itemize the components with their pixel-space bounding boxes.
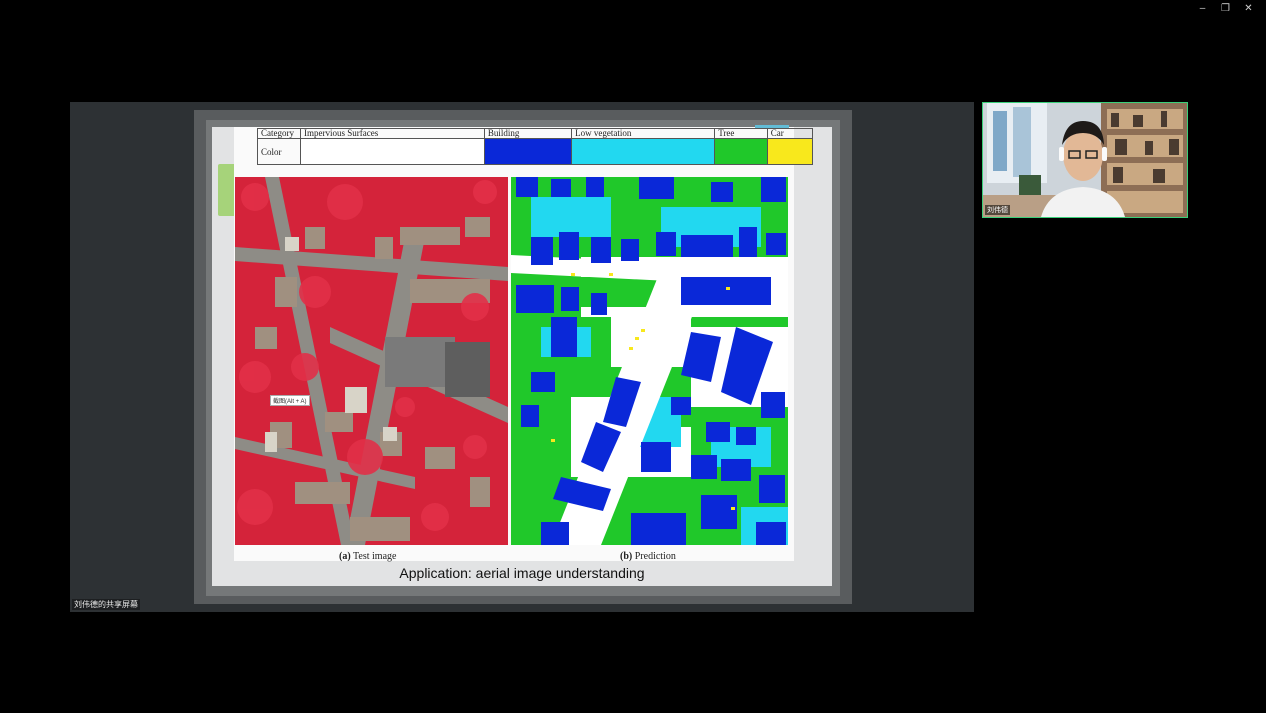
legend-swatch-car xyxy=(766,138,814,165)
close-icon[interactable]: ✕ xyxy=(1237,0,1260,16)
aerial-photo xyxy=(235,177,508,545)
legend-swatch-building xyxy=(483,138,573,165)
legend-cat-name: Impervious Surfaces xyxy=(300,128,485,139)
legend-cat-name: Low vegetation xyxy=(571,128,716,139)
restore-icon[interactable]: ❐ xyxy=(1214,0,1237,16)
category-legend-table: Category Impervious Surfaces Building Lo… xyxy=(257,128,814,165)
participant-name: 刘伟德 xyxy=(985,205,1010,215)
legend-row-label: Color xyxy=(257,138,301,165)
legend-cat-name: Car xyxy=(766,128,814,139)
caption-a-label: (a) xyxy=(339,551,351,562)
caption-prediction: (b) Prediction xyxy=(620,551,676,562)
participant-video[interactable]: 刘伟德 xyxy=(982,102,1188,218)
screenshot-tooltip: 截图(Alt + A) xyxy=(270,395,310,406)
minimize-icon[interactable]: – xyxy=(1191,0,1214,16)
slide-title: Application: aerial image understanding xyxy=(399,565,645,581)
slide-figure-sheet: Category Impervious Surfaces Building Lo… xyxy=(234,125,814,562)
legend-header-label: Category xyxy=(257,128,301,139)
caption-b-label: (b) xyxy=(620,551,633,562)
test-image xyxy=(235,177,508,545)
legend-swatch-tree xyxy=(714,138,768,165)
sharer-label: 刘伟德的共享屏幕 xyxy=(72,599,140,610)
shared-screen-view[interactable]: Category Impervious Surfaces Building Lo… xyxy=(70,102,974,612)
prediction-image xyxy=(511,177,788,545)
participant-video-frame xyxy=(983,103,1187,217)
caption-a-text: Test image xyxy=(353,551,397,562)
legend-swatch-impervious xyxy=(300,138,485,165)
window-controls: – ❐ ✕ xyxy=(1191,0,1260,16)
presentation-slide: Category Impervious Surfaces Building Lo… xyxy=(212,125,832,586)
caption-test-image: (a) Test image xyxy=(339,551,396,562)
caption-b-text: Prediction xyxy=(634,551,676,562)
segmentation-map xyxy=(511,177,788,545)
legend-cat-name: Tree xyxy=(714,128,768,139)
legend-cat-name: Building xyxy=(483,128,573,139)
legend-swatch-low-vegetation xyxy=(571,138,716,165)
